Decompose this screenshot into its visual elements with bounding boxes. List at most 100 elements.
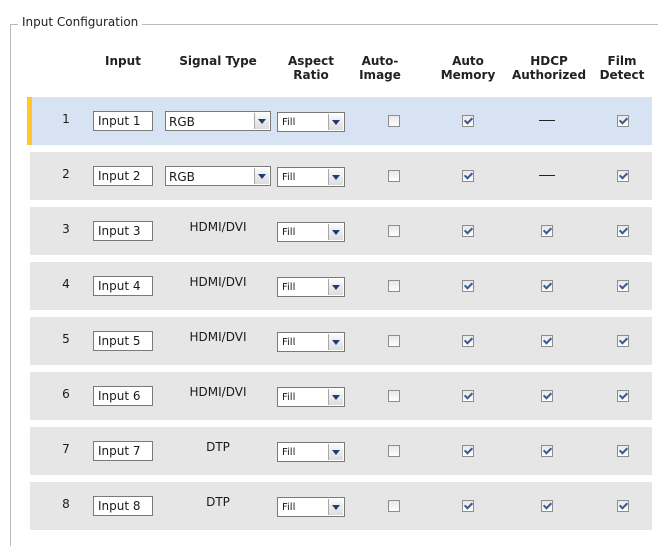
auto-memory-checkbox[interactable]: [462, 445, 474, 457]
header-signal-type: Signal Type: [179, 54, 257, 68]
input-name-field[interactable]: Input 2: [93, 166, 153, 186]
input-name-field[interactable]: Input 3: [93, 221, 153, 241]
chevron-down-icon[interactable]: [328, 224, 343, 240]
chevron-down-icon[interactable]: [254, 168, 269, 184]
chevron-down-icon[interactable]: [328, 169, 343, 185]
header-hdcp-authorized: HDCP Authorized: [511, 54, 587, 82]
table-row[interactable]: 6 Input 6 HDMI/DVI Fill: [30, 372, 652, 420]
chevron-down-icon[interactable]: [254, 113, 269, 129]
row-number: 3: [62, 222, 70, 236]
auto-memory-checkbox[interactable]: [462, 390, 474, 402]
table-row[interactable]: 1 Input 1 RGB Fill: [27, 97, 652, 145]
aspect-ratio-value: Fill: [282, 392, 296, 403]
auto-image-checkbox[interactable]: [388, 115, 400, 127]
film-detect-checkbox[interactable]: [617, 500, 629, 512]
signal-type-select[interactable]: RGB: [165, 111, 271, 131]
film-detect-checkbox[interactable]: [617, 280, 629, 292]
table-row[interactable]: 8 Input 8 DTP Fill: [30, 482, 652, 530]
aspect-ratio-select[interactable]: Fill: [277, 222, 345, 242]
hdcp-authorized-checkbox[interactable]: [541, 445, 553, 457]
auto-memory-checkbox[interactable]: [462, 500, 474, 512]
auto-memory-checkbox[interactable]: [462, 170, 474, 182]
input-name-field[interactable]: Input 1: [93, 111, 153, 131]
aspect-ratio-select[interactable]: Fill: [277, 277, 345, 297]
aspect-ratio-value: Fill: [282, 337, 296, 348]
input-name-field[interactable]: Input 4: [93, 276, 153, 296]
hdcp-authorized-checkbox[interactable]: [541, 335, 553, 347]
row-number: 2: [62, 167, 70, 181]
row-number: 6: [62, 387, 70, 401]
hdcp-authorized-checkbox[interactable]: [541, 280, 553, 292]
hdcp-not-applicable-dash: [539, 175, 555, 176]
header-aspect-ratio: Aspect Ratio: [287, 54, 334, 82]
table-row[interactable]: 7 Input 7 DTP Fill: [30, 427, 652, 475]
film-detect-checkbox[interactable]: [617, 445, 629, 457]
input-name-field[interactable]: Input 8: [93, 496, 153, 516]
aspect-ratio-select[interactable]: Fill: [277, 387, 345, 407]
film-detect-checkbox[interactable]: [617, 390, 629, 402]
signal-type-label: HDMI/DVI: [189, 385, 247, 399]
auto-memory-checkbox[interactable]: [462, 225, 474, 237]
auto-memory-checkbox[interactable]: [462, 115, 474, 127]
row-number: 7: [62, 442, 70, 456]
hdcp-authorized-checkbox[interactable]: [541, 500, 553, 512]
table-row[interactable]: 3 Input 3 HDMI/DVI Fill: [30, 207, 652, 255]
auto-memory-checkbox[interactable]: [462, 335, 474, 347]
signal-type-value: RGB: [169, 170, 195, 184]
auto-image-checkbox[interactable]: [388, 225, 400, 237]
chevron-down-icon[interactable]: [328, 499, 343, 515]
film-detect-checkbox[interactable]: [617, 225, 629, 237]
hdcp-authorized-checkbox[interactable]: [541, 390, 553, 402]
chevron-down-icon[interactable]: [328, 114, 343, 130]
header-auto-image: Auto- Image: [359, 54, 401, 82]
aspect-ratio-value: Fill: [282, 502, 296, 513]
aspect-ratio-select[interactable]: Fill: [277, 112, 345, 132]
chevron-down-icon[interactable]: [328, 444, 343, 460]
auto-image-checkbox[interactable]: [388, 335, 400, 347]
signal-type-select[interactable]: RGB: [165, 166, 271, 186]
input-name-field[interactable]: Input 6: [93, 386, 153, 406]
auto-image-checkbox[interactable]: [388, 170, 400, 182]
input-name-field[interactable]: Input 7: [93, 441, 153, 461]
table-row[interactable]: 4 Input 4 HDMI/DVI Fill: [30, 262, 652, 310]
chevron-down-icon[interactable]: [328, 279, 343, 295]
row-number: 1: [62, 112, 70, 126]
aspect-ratio-value: Fill: [282, 447, 296, 458]
header-film-detect: Film Detect: [599, 54, 645, 82]
panel-title: Input Configuration: [18, 15, 143, 29]
table-row[interactable]: 5 Input 5 HDMI/DVI Fill: [30, 317, 652, 365]
signal-type-label: HDMI/DVI: [189, 220, 247, 234]
film-detect-checkbox[interactable]: [617, 115, 629, 127]
aspect-ratio-value: Fill: [282, 282, 296, 293]
chevron-down-icon[interactable]: [328, 334, 343, 350]
signal-type-value: RGB: [169, 115, 195, 129]
header-input: Input: [105, 54, 141, 68]
auto-image-checkbox[interactable]: [388, 500, 400, 512]
row-number: 5: [62, 332, 70, 346]
table-row[interactable]: 2 Input 2 RGB Fill: [30, 152, 652, 200]
hdcp-authorized-checkbox[interactable]: [541, 225, 553, 237]
aspect-ratio-select[interactable]: Fill: [277, 167, 345, 187]
aspect-ratio-select[interactable]: Fill: [277, 442, 345, 462]
hdcp-not-applicable-dash: [539, 120, 555, 121]
input-name-field[interactable]: Input 5: [93, 331, 153, 351]
aspect-ratio-value: Fill: [282, 227, 296, 238]
aspect-ratio-select[interactable]: Fill: [277, 332, 345, 352]
signal-type-label: HDMI/DVI: [189, 330, 247, 344]
film-detect-checkbox[interactable]: [617, 335, 629, 347]
aspect-ratio-value: Fill: [282, 172, 296, 183]
signal-type-label: DTP: [206, 495, 230, 509]
header-auto-memory: Auto Memory: [440, 54, 496, 82]
row-number: 8: [62, 497, 70, 511]
auto-image-checkbox[interactable]: [388, 390, 400, 402]
aspect-ratio-value: Fill: [282, 117, 296, 128]
auto-image-checkbox[interactable]: [388, 280, 400, 292]
aspect-ratio-select[interactable]: Fill: [277, 497, 345, 517]
auto-image-checkbox[interactable]: [388, 445, 400, 457]
signal-type-label: DTP: [206, 440, 230, 454]
chevron-down-icon[interactable]: [328, 389, 343, 405]
signal-type-label: HDMI/DVI: [189, 275, 247, 289]
film-detect-checkbox[interactable]: [617, 170, 629, 182]
auto-memory-checkbox[interactable]: [462, 280, 474, 292]
row-number: 4: [62, 277, 70, 291]
